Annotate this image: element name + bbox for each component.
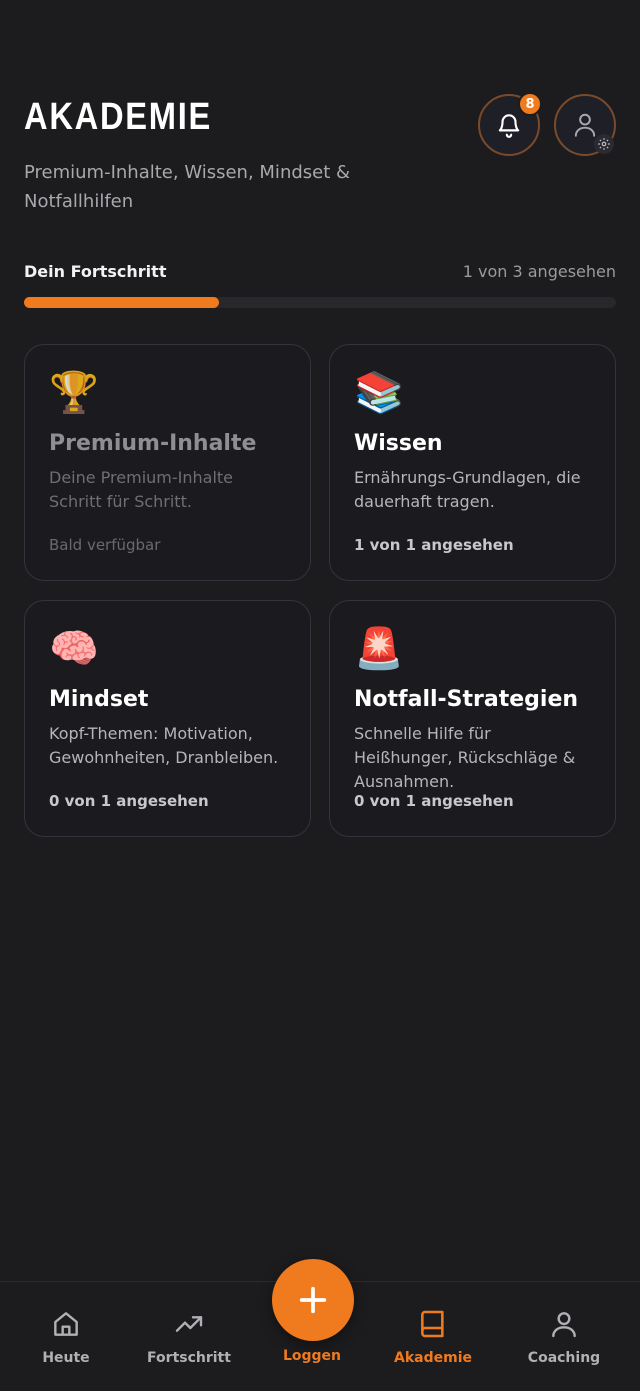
card-title: Notfall-Strategien xyxy=(354,687,579,712)
progress-bar-fill xyxy=(24,297,220,308)
card-title: Premium-Inhalte xyxy=(49,431,257,456)
card-description: Deine Premium-Inhalte Schritt für Schrit… xyxy=(49,468,234,511)
progress-count: 1 von 3 angesehen xyxy=(462,262,616,281)
siren-icon: 🚨 xyxy=(354,626,404,672)
nav-item-fortschritt[interactable]: Fortschritt xyxy=(129,1308,249,1366)
home-icon xyxy=(54,1312,78,1336)
log-fab-label: Loggen xyxy=(282,1348,342,1364)
nav-label: Heute xyxy=(42,1350,90,1366)
card-description: Kopf-Themen: Motivation, Gewohnheiten, D… xyxy=(49,724,279,767)
books-icon: 📚 xyxy=(354,370,404,416)
card-description: Schnelle Hilfe für Heißhunger, Rückschlä… xyxy=(354,724,576,791)
progress-bar xyxy=(24,297,616,308)
nav-label: Fortschritt xyxy=(147,1350,231,1366)
nav-item-coaching[interactable]: Coaching xyxy=(504,1308,624,1366)
card-status: Bald verfügbar xyxy=(49,536,161,554)
book-icon xyxy=(421,1310,444,1338)
progress-label: Dein Fortschritt xyxy=(24,262,167,281)
nav-label: Coaching xyxy=(527,1350,601,1366)
card-status: 1 von 1 angesehen xyxy=(354,536,514,554)
log-fab-button[interactable] xyxy=(272,1259,354,1341)
trophy-icon: 🏆 xyxy=(49,370,99,416)
profile-settings-button[interactable] xyxy=(554,94,616,156)
page-subtitle: Premium-Inhalte, Wissen, Mindset & Notfa… xyxy=(24,162,351,212)
card-description: Ernährungs-Grundlagen, die dauerhaft tra… xyxy=(354,468,581,511)
card-notfall-strategien[interactable]: 🚨 Notfall-Strategien Schnelle Hilfe für … xyxy=(329,600,616,837)
nav-item-heute[interactable]: Heute xyxy=(6,1308,126,1366)
card-status: 0 von 1 angesehen xyxy=(49,792,209,810)
notifications-button[interactable]: 8 xyxy=(478,92,542,156)
card-title: Mindset xyxy=(49,687,149,712)
person-icon xyxy=(552,1312,576,1338)
page-header: AKADEMIE xyxy=(24,96,243,139)
page-title: AKADEMIE xyxy=(24,96,213,138)
nav-item-akademie[interactable]: Akademie xyxy=(373,1308,493,1366)
plus-icon xyxy=(299,1286,327,1314)
user-icon xyxy=(574,113,596,137)
nav-label: Akademie xyxy=(394,1350,472,1366)
card-wissen[interactable]: 📚 Wissen Ernährungs-Grundlagen, die daue… xyxy=(329,344,616,581)
settings-gear-icon xyxy=(594,134,614,154)
trending-up-icon xyxy=(175,1316,203,1332)
card-premium-inhalte[interactable]: 🏆 Premium-Inhalte Deine Premium-Inhalte … xyxy=(24,344,311,581)
card-title: Wissen xyxy=(354,431,443,456)
bell-icon xyxy=(498,114,520,138)
brain-icon: 🧠 xyxy=(49,626,99,672)
card-mindset[interactable]: 🧠 Mindset Kopf-Themen: Motivation, Gewoh… xyxy=(24,600,311,837)
notification-badge: 8 xyxy=(518,92,542,116)
card-status: 0 von 1 angesehen xyxy=(354,792,514,810)
